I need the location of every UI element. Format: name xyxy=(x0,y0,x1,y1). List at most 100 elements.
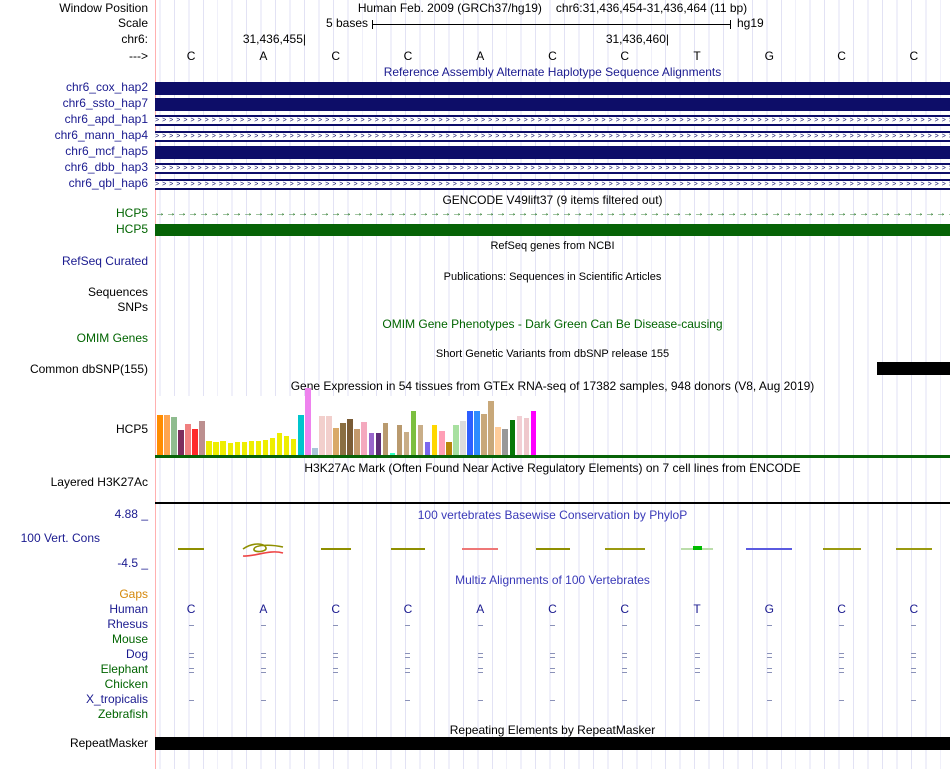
phylop-track-label[interactable]: 100 Vert. Cons xyxy=(0,532,100,545)
multiz-species-label[interactable]: Chicken xyxy=(0,678,148,691)
althap-chevron-bar[interactable]: >>>>>>>>>>>>>>>>>>>>>>>>>>>>>>>>>>>>>>>>… xyxy=(155,179,950,190)
gtex-tissue-bar[interactable] xyxy=(382,423,389,455)
gtex-tissue-bar[interactable] xyxy=(340,423,346,455)
multiz-species-label[interactable]: Mouse xyxy=(0,633,148,646)
althap-track-label[interactable]: chr6_qbl_hap6 xyxy=(0,177,148,190)
refseq-curated-label[interactable]: RefSeq Curated xyxy=(0,255,148,268)
gtex-tissue-bar[interactable] xyxy=(481,414,487,455)
repeatmasker-section-title[interactable]: Repeating Elements by RepeatMasker xyxy=(155,724,950,737)
h3k27ac-section-title[interactable]: H3K27Ac Mark (Often Found Near Active Re… xyxy=(155,462,950,475)
gtex-tissue-bar[interactable] xyxy=(410,411,417,455)
gtex-tissue-bar[interactable] xyxy=(523,418,530,455)
gtex-tissue-bar[interactable] xyxy=(213,442,219,455)
gtex-tissue-bar[interactable] xyxy=(424,442,431,455)
althap-chevron-bar[interactable]: >>>>>>>>>>>>>>>>>>>>>>>>>>>>>>>>>>>>>>>>… xyxy=(155,163,950,174)
gtex-tissue-bar[interactable] xyxy=(375,433,381,455)
althap-solid-bar[interactable] xyxy=(155,98,950,111)
multiz-species-label[interactable]: Dog xyxy=(0,648,148,661)
gtex-tissue-bar[interactable] xyxy=(460,421,466,455)
multiz-species-label[interactable]: Human xyxy=(0,603,148,616)
gtex-tissue-bar[interactable] xyxy=(312,448,318,455)
hcp5-exon-bar[interactable] xyxy=(155,224,950,236)
althap-track-label[interactable]: chr6_mcf_hap5 xyxy=(0,145,148,158)
althap-solid-bar[interactable] xyxy=(155,146,950,159)
althap-chevron-bar[interactable]: >>>>>>>>>>>>>>>>>>>>>>>>>>>>>>>>>>>>>>>>… xyxy=(155,115,950,126)
multiz-section-title[interactable]: Multiz Alignments of 100 Vertebrates xyxy=(155,574,950,587)
gtex-tissue-bar[interactable] xyxy=(347,419,353,455)
gtex-tissue-bar[interactable] xyxy=(516,416,522,455)
common-dbsnp-label[interactable]: Common dbSNP(155) xyxy=(0,363,148,376)
gtex-tissue-bar[interactable] xyxy=(305,388,311,455)
gtex-tissue-bar[interactable] xyxy=(333,428,339,455)
gtex-tissue-bar[interactable] xyxy=(361,422,367,455)
gtex-tissue-bar[interactable] xyxy=(467,411,473,455)
gtex-tissue-bar[interactable] xyxy=(269,438,276,455)
gtex-tissue-bar[interactable] xyxy=(290,439,297,455)
gtex-tissue-bar[interactable] xyxy=(171,417,177,455)
hcp5-intron-arrow-line[interactable]: →→→→→→→→→→→→→→→→→→→→→→→→→→→→→→→→→→→→→→→→… xyxy=(155,208,950,219)
gtex-tissue-bar[interactable] xyxy=(298,415,304,455)
gtex-tissue-bar[interactable] xyxy=(439,431,445,455)
gtex-tissue-bar[interactable] xyxy=(495,427,501,455)
omim-section-title[interactable]: OMIM Gene Phenotypes - Dark Green Can Be… xyxy=(155,318,950,331)
dbsnp-variant-bar[interactable] xyxy=(877,362,950,375)
multiz-species-label[interactable]: Elephant xyxy=(0,663,148,676)
gtex-tissue-bar[interactable] xyxy=(530,411,537,455)
gtex-tissue-bar[interactable] xyxy=(396,425,403,455)
gtex-tissue-bar[interactable] xyxy=(417,425,424,455)
gtex-tissue-bar[interactable] xyxy=(234,442,241,455)
gencode-hcp5-bar-label[interactable]: HCP5 xyxy=(0,223,148,236)
phylop-section-title[interactable]: 100 vertebrates Basewise Conservation by… xyxy=(155,509,950,522)
gtex-tissue-bar[interactable] xyxy=(178,430,184,455)
althap-section-title[interactable]: Reference Assembly Alternate Haplotype S… xyxy=(155,66,950,79)
gtex-tissue-bar[interactable] xyxy=(474,411,480,455)
gtex-tissue-bar[interactable] xyxy=(453,425,459,455)
gtex-tissue-bar[interactable] xyxy=(431,425,438,455)
gtex-tissue-bar[interactable] xyxy=(185,424,191,455)
multiz-species-label[interactable]: X_tropicalis xyxy=(0,693,148,706)
gtex-tissue-bar[interactable] xyxy=(164,415,170,455)
gtex-gene-label[interactable]: HCP5 xyxy=(0,423,148,436)
althap-track-label[interactable]: chr6_mann_hap4 xyxy=(0,129,148,142)
gtex-tissue-bar[interactable] xyxy=(283,436,290,455)
multiz-species-label[interactable]: Gaps xyxy=(0,588,148,601)
gencode-hcp5-arrow-label[interactable]: HCP5 xyxy=(0,207,148,220)
multiz-species-label[interactable]: Rhesus xyxy=(0,618,148,631)
gtex-tissue-bar[interactable] xyxy=(276,433,283,455)
gtex-tissue-bar[interactable] xyxy=(255,441,262,455)
gtex-tissue-bar[interactable] xyxy=(403,432,410,455)
gtex-tissue-bar[interactable] xyxy=(227,443,233,455)
gtex-tissue-bar[interactable] xyxy=(241,442,248,455)
gtex-tissue-bar[interactable] xyxy=(157,415,163,455)
gencode-section-title[interactable]: GENCODE V49lift37 (9 items filtered out) xyxy=(155,194,950,207)
repeatmasker-label[interactable]: RepeatMasker xyxy=(0,737,148,750)
althap-track-label[interactable]: chr6_dbb_hap3 xyxy=(0,161,148,174)
snps-label[interactable]: SNPs xyxy=(0,301,148,314)
gtex-tissue-bar[interactable] xyxy=(326,416,332,455)
gtex-tissue-bar[interactable] xyxy=(262,440,269,455)
gtex-tissue-bar[interactable] xyxy=(248,441,255,455)
gtex-tissue-bar[interactable] xyxy=(206,441,212,455)
gtex-tissue-bar[interactable] xyxy=(446,442,452,455)
gtex-tissue-bar[interactable] xyxy=(509,420,515,455)
refseq-section-title[interactable]: RefSeq genes from NCBI xyxy=(155,240,950,253)
repeatmasker-element-bar[interactable] xyxy=(155,737,950,750)
gtex-tissue-bar[interactable] xyxy=(502,429,508,455)
althap-chevron-bar[interactable]: >>>>>>>>>>>>>>>>>>>>>>>>>>>>>>>>>>>>>>>>… xyxy=(155,131,950,142)
sequences-label[interactable]: Sequences xyxy=(0,286,148,299)
h3k27ac-label[interactable]: Layered H3K27Ac xyxy=(0,476,148,489)
dbsnp-section-title[interactable]: Short Genetic Variants from dbSNP releas… xyxy=(155,348,950,361)
gtex-tissue-bar[interactable] xyxy=(319,416,325,455)
althap-solid-bar[interactable] xyxy=(155,82,950,95)
gtex-tissue-bar[interactable] xyxy=(199,421,205,455)
gtex-tissue-bar[interactable] xyxy=(192,429,198,455)
gtex-tissue-bar[interactable] xyxy=(354,429,360,455)
althap-track-label[interactable]: chr6_cox_hap2 xyxy=(0,81,148,94)
althap-track-label[interactable]: chr6_ssto_hap7 xyxy=(0,97,148,110)
althap-track-label[interactable]: chr6_apd_hap1 xyxy=(0,113,148,126)
gtex-tissue-bar[interactable] xyxy=(488,401,494,455)
publications-section-title[interactable]: Publications: Sequences in Scientific Ar… xyxy=(155,271,950,284)
gtex-tissue-bar[interactable] xyxy=(368,433,374,455)
gtex-tissue-bar[interactable] xyxy=(220,441,226,455)
gtex-section-title[interactable]: Gene Expression in 54 tissues from GTEx … xyxy=(155,380,950,393)
